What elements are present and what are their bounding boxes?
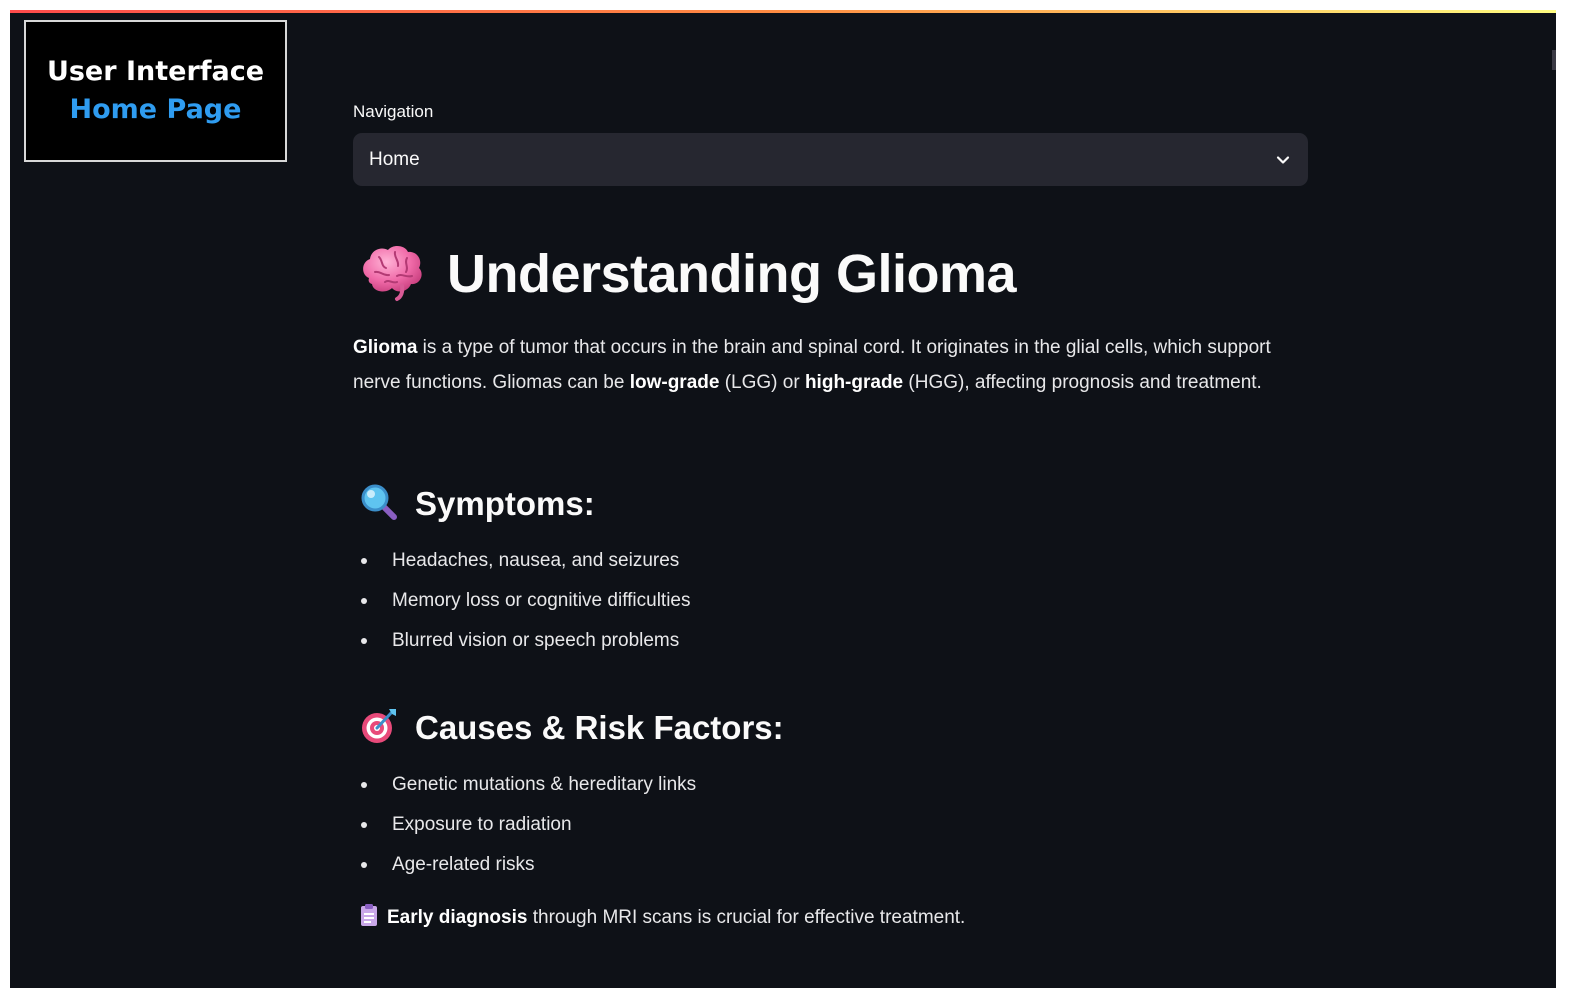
list-item: Headaches, nausea, and seizures: [353, 541, 690, 581]
list-item: Genetic mutations & hereditary links: [353, 765, 696, 805]
brain-icon: [359, 242, 425, 307]
bullet-dot: [361, 598, 367, 604]
page-title: Understanding Glioma: [447, 244, 1017, 304]
symptoms-list: Headaches, nausea, and seizures Memory l…: [353, 541, 690, 661]
target-icon: [359, 706, 399, 751]
symptom-text: Headaches, nausea, and seizures: [392, 550, 680, 571]
intro-high-grade: high-grade: [804, 372, 904, 393]
intro-term-glioma: Glioma: [353, 337, 418, 358]
page-title-row: Understanding Glioma: [359, 238, 1017, 310]
caption-line-home-page: Home Page: [69, 94, 242, 125]
navigation-selected-value: Home: [369, 148, 420, 170]
intro-text-part2: (LGG) or: [719, 372, 805, 393]
intro-text-part3: (HGG), affecting prognosis and treatment…: [903, 372, 1262, 393]
causes-heading: Causes & Risk Factors:: [415, 709, 784, 746]
symptom-text: Memory loss or cognitive difficulties: [392, 590, 691, 611]
caption-box: User Interface Home Page: [24, 20, 287, 162]
symptoms-heading-row: Symptoms:: [359, 480, 595, 528]
navigation-select[interactable]: Home: [353, 133, 1308, 186]
causes-heading-row: Causes & Risk Factors:: [359, 704, 784, 752]
chevron-down-icon: [1276, 155, 1290, 164]
bullet-dot: [361, 782, 367, 788]
bullet-dot: [361, 558, 367, 564]
app-window: User Interface Home Page Navigation Home: [10, 10, 1556, 988]
list-item: Memory loss or cognitive difficulties: [353, 581, 690, 621]
causes-list: Genetic mutations & hereditary links Exp…: [353, 765, 696, 885]
symptoms-heading: Symptoms:: [415, 485, 595, 522]
scrollbar-stub: [1552, 50, 1556, 70]
top-decoration-bar: [10, 10, 1556, 13]
caption-line-user-interface: User Interface: [46, 56, 265, 87]
symptom-text: Blurred vision or speech problems: [392, 630, 680, 651]
cause-text: Age-related risks: [392, 854, 535, 875]
bullet-dot: [361, 822, 367, 828]
list-item: Blurred vision or speech problems: [353, 621, 690, 661]
intro-low-grade: low-grade: [629, 372, 720, 393]
footer-bold-text: Early diagnosis: [387, 907, 528, 928]
footer-text: through MRI scans is crucial for effecti…: [527, 907, 966, 928]
bullet-dot: [361, 862, 367, 868]
list-item: Age-related risks: [353, 845, 696, 885]
cause-text: Exposure to radiation: [392, 814, 572, 835]
intro-paragraph: Glioma is a type of tumor that occurs in…: [353, 330, 1303, 400]
navigation-label: Navigation: [353, 102, 434, 121]
cause-text: Genetic mutations & hereditary links: [392, 774, 697, 795]
magnifying-glass-icon: [359, 482, 399, 527]
footer-note: Early diagnosis through MRI scans is cru…: [359, 903, 965, 933]
clipboard-icon: [359, 903, 379, 933]
list-item: Exposure to radiation: [353, 805, 696, 845]
bullet-dot: [361, 638, 367, 644]
